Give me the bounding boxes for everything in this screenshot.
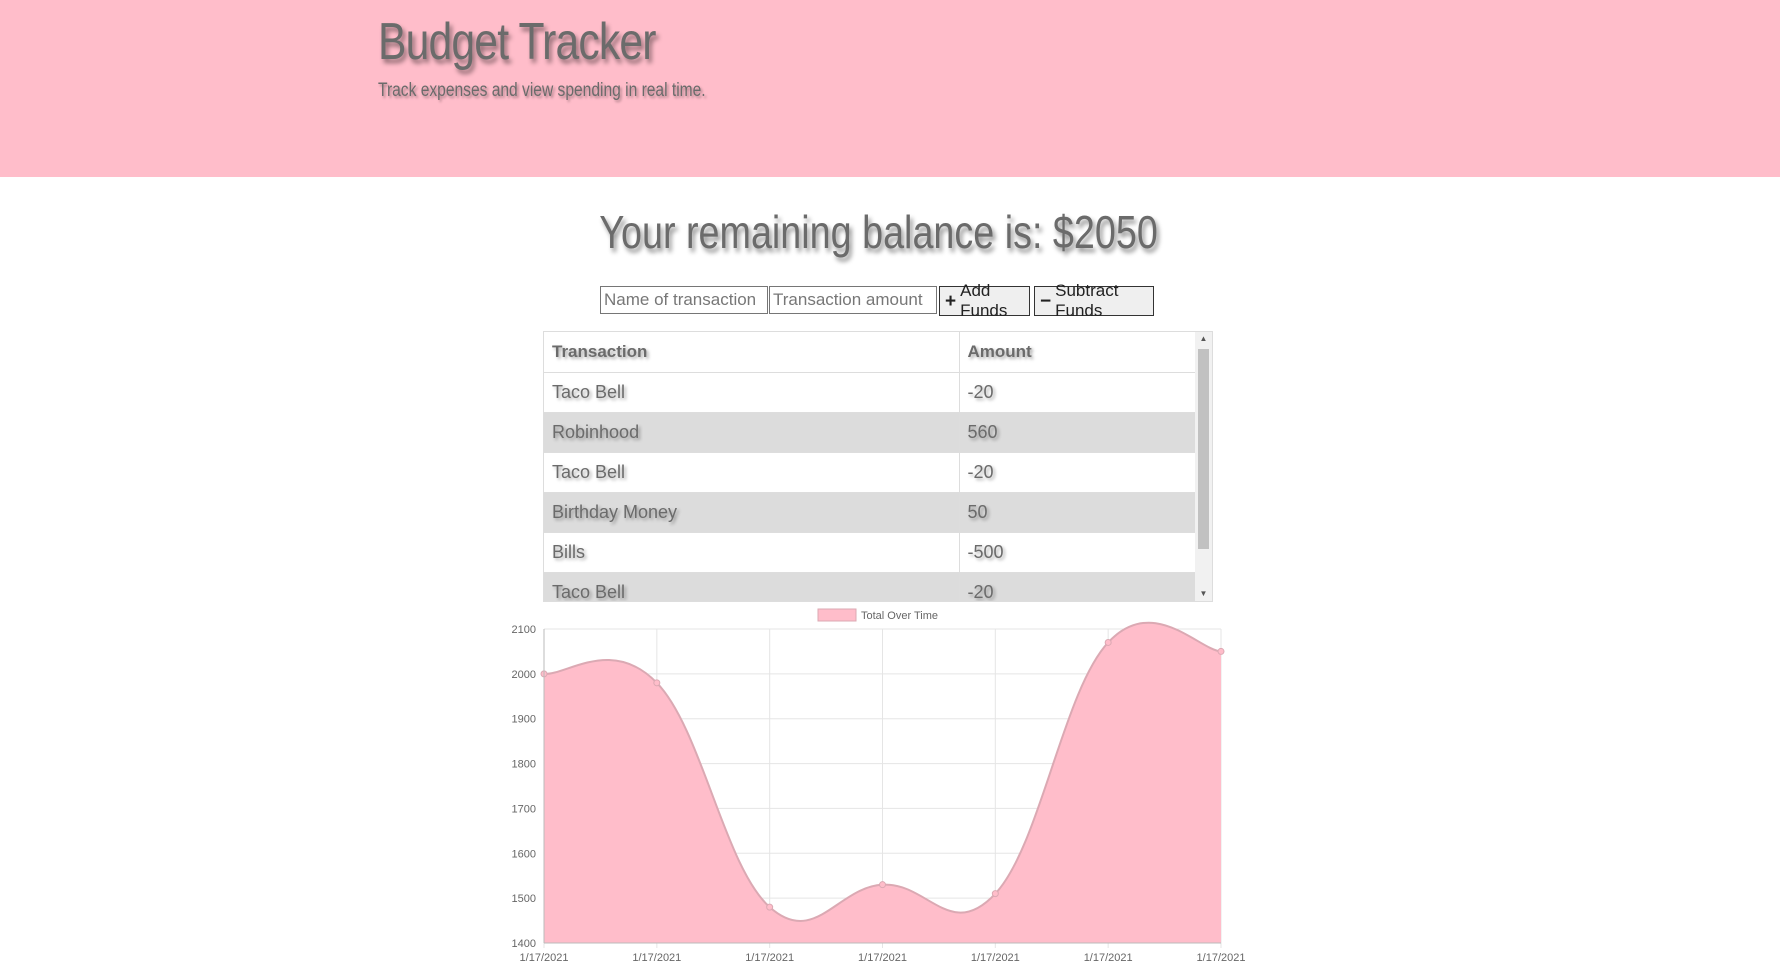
table-row: Robinhood 560 <box>544 412 1195 453</box>
transaction-name: Taco Bell <box>544 452 960 493</box>
scroll-down-arrow-icon[interactable]: ▼ <box>1195 587 1212 601</box>
y-tick-label: 1400 <box>512 938 536 950</box>
y-tick-label: 1900 <box>512 714 536 726</box>
transaction-name-input[interactable] <box>600 286 768 314</box>
transaction-amount: -20 <box>959 372 1195 413</box>
transaction-name: Taco Bell <box>544 572 960 601</box>
transaction-name: Robinhood <box>544 412 960 453</box>
transactions-table-container[interactable]: Transaction Amount Taco Bell -20 Robinho… <box>543 331 1213 602</box>
y-tick-label: 1500 <box>512 893 536 905</box>
y-tick-label: 1600 <box>512 848 536 860</box>
table-row: Birthday Money 50 <box>544 492 1195 533</box>
transaction-amount: -20 <box>959 452 1195 493</box>
transaction-amount-input[interactable] <box>769 286 937 314</box>
y-tick-label: 1700 <box>512 803 536 815</box>
page-subtitle: Track expenses and view spending in real… <box>378 80 706 101</box>
table-row: Taco Bell -20 <box>544 572 1195 601</box>
column-header-amount: Amount <box>959 332 1195 373</box>
transaction-name: Taco Bell <box>544 372 960 413</box>
scroll-up-arrow-icon[interactable]: ▲ <box>1195 332 1212 346</box>
total-over-time-chart: 1400 1500 1600 1700 1800 1900 2000 2100 1/17/202… <box>512 608 1246 964</box>
data-point <box>653 679 661 687</box>
x-tick-label: 1/17/2021 <box>520 952 569 964</box>
subtract-funds-button[interactable]: − Subtract Funds <box>1034 281 1154 320</box>
x-tick-label: 1/17/2021 <box>971 952 1020 964</box>
plus-icon: + <box>945 290 957 312</box>
add-funds-button[interactable]: + Add Funds <box>939 281 1030 320</box>
balance-text: Your remaining balance is: $2050 <box>599 206 1158 258</box>
table-row: Taco Bell -20 <box>544 452 1195 493</box>
add-funds-label: Add Funds <box>960 281 1008 320</box>
transaction-amount: 50 <box>959 492 1195 533</box>
data-point <box>1217 647 1225 655</box>
x-tick-label: 1/17/2021 <box>1084 952 1133 964</box>
transaction-amount: -500 <box>959 532 1195 573</box>
x-tick-label: 1/17/2021 <box>632 952 681 964</box>
legend-label: Total Over Time <box>861 610 938 622</box>
header: Budget Tracker Track expenses and view s… <box>0 0 1780 177</box>
scrollbar-thumb[interactable] <box>1198 349 1209 549</box>
data-point <box>1104 638 1112 646</box>
page-title: Budget Tracker <box>378 13 656 71</box>
table-row: Taco Bell -20 <box>544 372 1195 413</box>
column-header-transaction: Transaction <box>544 332 960 373</box>
data-point <box>766 903 774 911</box>
balance-heading: Your remaining balance is: $2050 <box>0 205 1757 259</box>
y-tick-label: 1800 <box>512 759 536 771</box>
x-tick-label: 1/17/2021 <box>858 952 907 964</box>
transaction-name: Birthday Money <box>544 492 960 533</box>
subtract-funds-label: Subtract Funds <box>1055 281 1119 320</box>
x-tick-label: 1/17/2021 <box>1197 952 1246 964</box>
y-tick-label: 2100 <box>512 624 536 636</box>
minus-icon: − <box>1040 290 1052 312</box>
legend-swatch <box>817 608 857 622</box>
table-scrollbar[interactable]: ▲ ▼ <box>1195 332 1212 601</box>
data-point <box>991 890 999 898</box>
transactions-table: Transaction Amount Taco Bell -20 Robinho… <box>544 332 1195 601</box>
transaction-amount: 560 <box>959 412 1195 453</box>
x-tick-label: 1/17/2021 <box>745 952 794 964</box>
data-point <box>879 881 886 889</box>
table-row: Bills -500 <box>544 532 1195 573</box>
table-header-row: Transaction Amount <box>544 332 1195 373</box>
transaction-name: Bills <box>544 532 960 573</box>
transaction-amount: -20 <box>959 572 1195 601</box>
y-tick-label: 2000 <box>512 669 536 681</box>
